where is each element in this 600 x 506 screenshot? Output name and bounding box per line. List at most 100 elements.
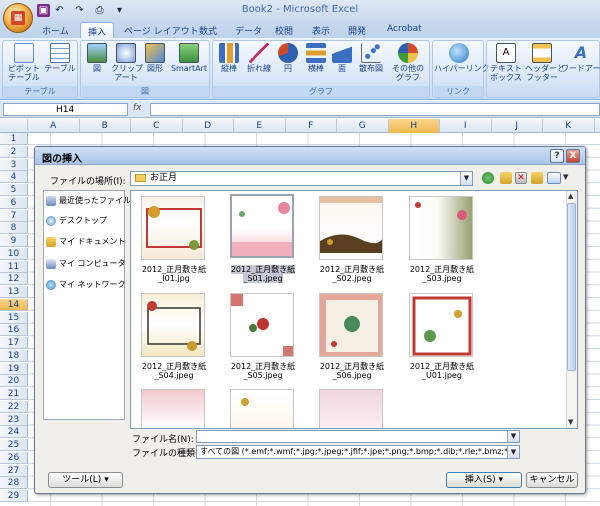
row-header[interactable]: 1 (0, 133, 28, 145)
row-header[interactable]: 19 (0, 362, 28, 375)
file-name[interactable]: 2012_正月敷き紙 _S06.jpeg (306, 362, 398, 380)
row-header[interactable]: 15 (0, 311, 28, 324)
file-thumbnail[interactable] (319, 293, 383, 357)
views-icon[interactable] (547, 172, 561, 184)
views-dropdown-icon[interactable]: ▼ (563, 173, 568, 181)
file-name[interactable]: 2012_正月敷き紙 _S03.jpeg (396, 265, 488, 283)
row-header[interactable]: 2 (0, 145, 28, 158)
tab-insert[interactable]: 挿入 (80, 22, 115, 38)
column-header[interactable]: A (28, 119, 80, 133)
row-header[interactable]: 6 (0, 196, 28, 209)
help-button[interactable]: ? (550, 149, 564, 163)
other-charts-button[interactable]: その他の グラフ (389, 43, 427, 82)
chevron-down-icon[interactable]: ▼ (507, 431, 519, 442)
row-header[interactable]: 13 (0, 286, 28, 298)
file-thumbnail[interactable] (319, 196, 383, 260)
file-thumbnail[interactable] (141, 196, 205, 260)
back-icon[interactable] (482, 172, 494, 184)
row-header[interactable]: 10 (0, 247, 28, 260)
file-name[interactable]: 2012_正月敷き紙 _S02.jpeg (306, 265, 398, 283)
row-header[interactable]: 21 (0, 388, 28, 400)
column-header[interactable]: C (131, 119, 183, 133)
row-header[interactable]: 3 (0, 158, 28, 171)
insert-button[interactable]: 挿入(S) ▾ (446, 472, 522, 488)
area-chart-button[interactable]: 面 (331, 43, 353, 73)
scroll-down-icon[interactable]: ▼ (568, 418, 573, 426)
column-header[interactable]: I (440, 119, 492, 133)
file-name[interactable]: 2012_正月敷き紙_I01.jpg (128, 265, 220, 283)
chevron-down-icon[interactable]: ▼ (460, 172, 472, 185)
tools-button[interactable]: ツール(L) ▾ (48, 472, 123, 488)
text-box-button[interactable]: A テキスト ボックス (490, 43, 522, 82)
row-header[interactable]: 9 (0, 235, 28, 247)
scatter-chart-button[interactable]: 散布図 (356, 43, 386, 73)
formula-input[interactable] (150, 103, 600, 116)
column-header[interactable]: D (183, 119, 234, 133)
tab-data[interactable]: データ (228, 22, 269, 38)
row-header[interactable]: 27 (0, 464, 28, 477)
column-header[interactable]: B (80, 119, 131, 133)
file-name[interactable]: 2012_正月敷き紙 _S05.jpeg (217, 362, 309, 380)
hyperlink-button[interactable]: ハイパーリンク (434, 43, 490, 73)
column-header[interactable]: F (286, 119, 337, 133)
scrollbar-thumb[interactable] (567, 203, 576, 371)
tab-formulas[interactable]: 数式 (192, 22, 224, 38)
row-header[interactable]: 17 (0, 337, 28, 349)
file-name[interactable]: 2012_正月敷き紙 _U01.jpeg (396, 362, 488, 380)
select-all-corner[interactable] (0, 119, 28, 133)
row-header[interactable]: 8 (0, 222, 28, 235)
location-dropdown[interactable]: お正月 ▼ (130, 171, 473, 186)
tab-view[interactable]: 表示 (305, 22, 337, 38)
delete-icon[interactable]: ✕ (515, 172, 527, 184)
up-folder-icon[interactable] (500, 172, 512, 184)
file-thumbnail[interactable] (141, 389, 205, 428)
file-thumbnail[interactable] (409, 293, 473, 357)
tab-developer[interactable]: 開発 (341, 22, 373, 38)
tab-acrobat[interactable]: Acrobat (380, 22, 429, 38)
file-thumbnail[interactable] (141, 293, 205, 357)
close-button[interactable]: X (566, 149, 580, 163)
column-header[interactable]: K (543, 119, 595, 133)
scroll-up-icon[interactable]: ▲ (568, 192, 573, 200)
row-header[interactable]: 18 (0, 349, 28, 362)
row-header[interactable]: 28 (0, 477, 28, 490)
new-folder-icon[interactable] (531, 172, 543, 184)
smartart-button[interactable]: SmartArt (169, 43, 209, 73)
pivot-table-button[interactable]: ピボット テーブル (6, 43, 42, 82)
column-header[interactable]: G (337, 119, 389, 133)
office-button[interactable]: ▦ (3, 3, 33, 33)
shapes-button[interactable]: 図形 (143, 43, 167, 73)
column-header[interactable]: J (492, 119, 543, 133)
wordart-button[interactable]: A ワードアート (561, 43, 600, 73)
picture-button[interactable]: 図 (86, 43, 108, 73)
place-recent[interactable]: 最近使ったファイル (46, 195, 131, 206)
row-header[interactable]: 20 (0, 375, 28, 388)
place-desktop[interactable]: デスクトップ (46, 215, 107, 226)
row-header[interactable]: 11 (0, 260, 28, 273)
tab-home[interactable]: ホーム (35, 22, 76, 38)
row-header[interactable]: 14 (0, 298, 28, 311)
column-header[interactable]: H (388, 119, 440, 133)
column-chart-button[interactable]: 縦棒 (216, 43, 242, 73)
row-header[interactable]: 4 (0, 171, 28, 184)
file-thumbnail[interactable] (409, 196, 473, 260)
row-header[interactable]: 16 (0, 324, 28, 337)
chevron-down-icon[interactable]: ▼ (507, 446, 519, 458)
place-my-network[interactable]: マイ ネットワーク (46, 279, 126, 290)
row-header[interactable]: 12 (0, 273, 28, 286)
cancel-button[interactable]: キャンセル (526, 472, 578, 488)
row-header[interactable]: 26 (0, 451, 28, 464)
file-thumbnail[interactable] (230, 389, 294, 428)
tab-review[interactable]: 校閲 (268, 22, 300, 38)
bar-chart-button[interactable]: 横棒 (303, 43, 329, 73)
header-footer-button[interactable]: ヘッダーと フッター (525, 43, 565, 82)
pie-chart-button[interactable]: 円 (277, 43, 299, 73)
row-header[interactable]: 22 (0, 400, 28, 413)
insert-function-icon[interactable]: fx (133, 103, 147, 116)
row-header[interactable]: 5 (0, 184, 28, 196)
clipart-button[interactable]: クリップ アート (111, 43, 143, 82)
file-name[interactable]: 2012_正月敷き紙 _S04.jpeg (128, 362, 220, 380)
place-my-documents[interactable]: マイ ドキュメント (46, 236, 126, 247)
name-box[interactable]: H14 (3, 103, 128, 116)
filename-input[interactable]: ▼ (196, 430, 520, 443)
